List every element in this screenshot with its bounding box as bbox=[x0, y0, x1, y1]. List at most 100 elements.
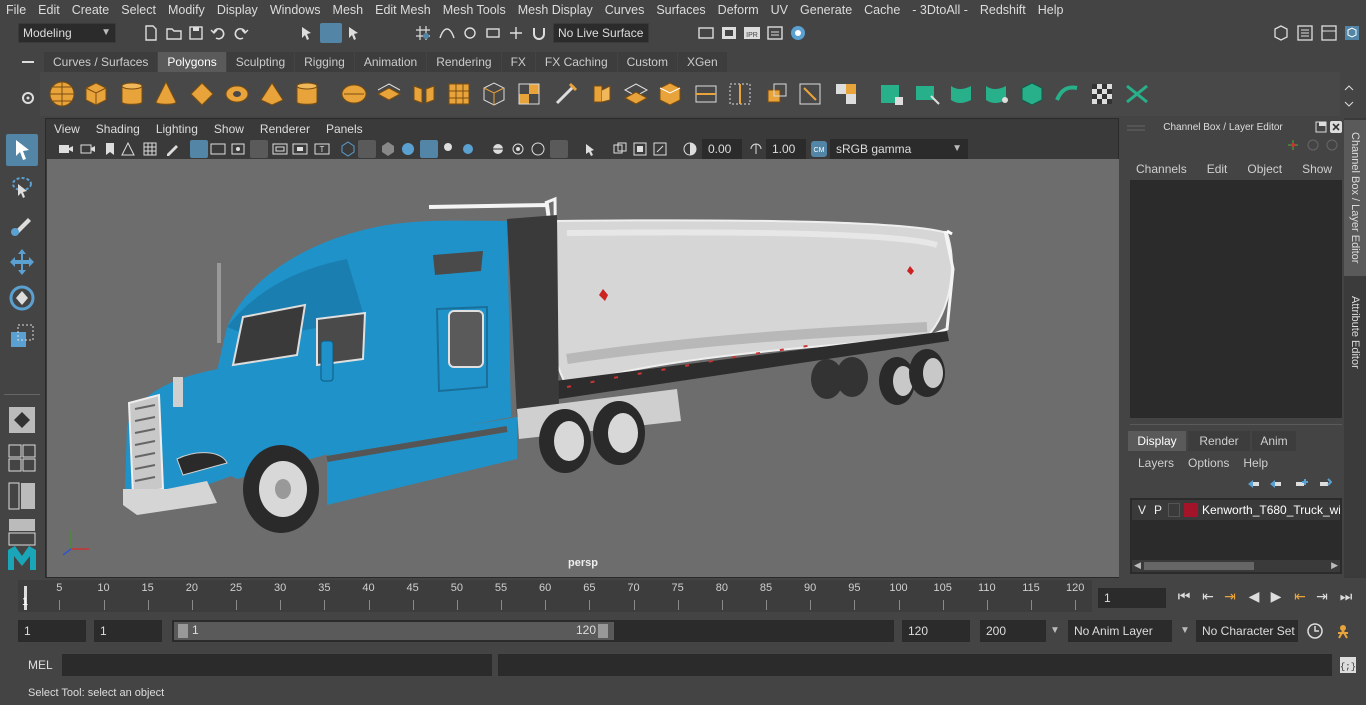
poly-pipe-icon[interactable] bbox=[293, 80, 321, 108]
menu-mesh[interactable]: Mesh bbox=[327, 3, 370, 17]
xray-joints-icon[interactable] bbox=[612, 141, 628, 157]
cut-uv-icon[interactable] bbox=[1123, 80, 1151, 108]
pencil-icon[interactable] bbox=[164, 141, 180, 157]
hyper-icon[interactable] bbox=[1325, 138, 1339, 152]
poly-pyramid-icon[interactable] bbox=[258, 80, 286, 108]
bevel-icon[interactable] bbox=[622, 80, 650, 108]
layer-menu-options[interactable]: Options bbox=[1188, 456, 1229, 470]
poke-icon[interactable] bbox=[762, 80, 790, 108]
motion-blur-icon[interactable] bbox=[490, 141, 506, 157]
vp-menu-lighting[interactable]: Lighting bbox=[148, 122, 206, 136]
menu-file[interactable]: File bbox=[0, 3, 32, 17]
append-polygon-icon[interactable] bbox=[726, 80, 754, 108]
open-scene-icon[interactable] bbox=[165, 24, 183, 42]
unfold-icon[interactable] bbox=[1053, 80, 1081, 108]
side-tab-attribute-editor[interactable]: Attribute Editor bbox=[1344, 284, 1366, 380]
side-tab-channel-box[interactable]: Channel Box / Layer Editor bbox=[1344, 120, 1366, 276]
fill-hole-icon[interactable] bbox=[656, 80, 684, 108]
depth-of-field-icon[interactable] bbox=[530, 141, 546, 157]
layer-menu-help[interactable]: Help bbox=[1243, 456, 1268, 470]
chevron-down-icon[interactable]: ▼ bbox=[1180, 625, 1190, 636]
frame-all-icon[interactable] bbox=[632, 141, 648, 157]
tab-rendering[interactable]: Rendering bbox=[427, 52, 501, 72]
menu-3dtoall[interactable]: - 3DtoAll - bbox=[906, 3, 974, 17]
end-time-field[interactable]: 200 bbox=[980, 620, 1046, 642]
channel-list[interactable] bbox=[1130, 180, 1342, 418]
safe-title-icon[interactable]: T bbox=[314, 141, 330, 157]
select-by-object-icon[interactable] bbox=[320, 23, 342, 43]
wireframe-on-shaded-icon[interactable] bbox=[380, 141, 396, 157]
select-camera-icon[interactable] bbox=[58, 141, 74, 157]
shadows-icon[interactable] bbox=[440, 141, 456, 157]
menu-create[interactable]: Create bbox=[66, 3, 116, 17]
layer-tab-render[interactable]: Render bbox=[1188, 431, 1250, 451]
menu-modify[interactable]: Modify bbox=[162, 3, 211, 17]
vp-menu-shading[interactable]: Shading bbox=[88, 122, 148, 136]
layer-row[interactable]: V P Kenworth_T680_Truck_with bbox=[1132, 500, 1340, 520]
poly-cone-icon[interactable] bbox=[152, 80, 180, 108]
layer-menu-layers[interactable]: Layers bbox=[1138, 456, 1174, 470]
new-layer-selected-icon[interactable] bbox=[1318, 477, 1332, 491]
wedge-icon[interactable] bbox=[692, 80, 720, 108]
menu-windows[interactable]: Windows bbox=[264, 3, 327, 17]
combine-icon[interactable] bbox=[340, 80, 368, 108]
start-time-field[interactable]: 1 bbox=[18, 620, 86, 642]
shelf-menu-icon[interactable] bbox=[20, 56, 36, 68]
animation-preferences-icon[interactable] bbox=[1334, 622, 1352, 640]
new-layer-icon[interactable] bbox=[1294, 477, 1308, 491]
tab-fx[interactable]: FX bbox=[501, 52, 535, 72]
scale-tool-icon[interactable] bbox=[6, 320, 38, 352]
shelf-scroll-icon[interactable] bbox=[1342, 82, 1356, 110]
menu-generate[interactable]: Generate bbox=[794, 3, 858, 17]
exposure-icon[interactable] bbox=[682, 141, 698, 157]
safe-action-icon[interactable] bbox=[292, 141, 308, 157]
poly-cylinder-icon[interactable] bbox=[118, 80, 146, 108]
poly-plane-icon[interactable] bbox=[188, 80, 216, 108]
toggle-attribute-editor-icon[interactable] bbox=[1296, 24, 1314, 42]
menu-redshift[interactable]: Redshift bbox=[974, 3, 1032, 17]
step-back-frame-icon[interactable]: ⇤ bbox=[1200, 588, 1216, 604]
resolution-gate-icon[interactable] bbox=[230, 141, 246, 157]
separate-icon[interactable] bbox=[375, 80, 403, 108]
exposure-field[interactable]: 0.00 bbox=[702, 139, 742, 159]
menu-edit-mesh[interactable]: Edit Mesh bbox=[369, 3, 437, 17]
gamma-icon[interactable] bbox=[748, 141, 764, 157]
step-forward-frame-icon[interactable]: ⇥ bbox=[1314, 588, 1330, 604]
select-by-component-icon[interactable] bbox=[345, 24, 363, 42]
toggle-channel-box-icon[interactable] bbox=[1343, 24, 1361, 42]
vp-menu-panels[interactable]: Panels bbox=[318, 122, 371, 136]
ambient-occlusion-icon[interactable] bbox=[460, 141, 476, 157]
tab-polygons[interactable]: Polygons bbox=[158, 52, 226, 72]
range-end-handle[interactable] bbox=[598, 624, 608, 638]
layer-visibility-toggle[interactable]: V bbox=[1138, 503, 1146, 517]
move-tool-icon[interactable] bbox=[6, 246, 38, 278]
cb-menu-channels[interactable]: Channels bbox=[1136, 162, 1187, 176]
range-slider[interactable]: 1 120 bbox=[172, 620, 894, 642]
anti-aliasing-icon[interactable] bbox=[510, 141, 526, 157]
menu-mesh-display[interactable]: Mesh Display bbox=[512, 3, 599, 17]
cb-menu-edit[interactable]: Edit bbox=[1207, 162, 1228, 176]
menu-mesh-tools[interactable]: Mesh Tools bbox=[437, 3, 512, 17]
scrollbar-thumb[interactable] bbox=[1144, 562, 1254, 570]
image-plane-icon[interactable] bbox=[120, 141, 136, 157]
manipulator-icon[interactable] bbox=[1286, 138, 1300, 152]
viewport-3d[interactable]: persp bbox=[47, 159, 1119, 577]
redo-icon[interactable] bbox=[232, 24, 250, 42]
snap-curve-icon[interactable] bbox=[438, 24, 456, 42]
lasso-tool-icon[interactable] bbox=[6, 172, 38, 204]
paint-select-tool-icon[interactable] bbox=[6, 208, 38, 240]
bookmark-icon[interactable] bbox=[102, 141, 118, 157]
close-panel-icon[interactable] bbox=[1330, 121, 1342, 133]
render-current-icon[interactable] bbox=[720, 24, 738, 42]
character-set-dropdown[interactable]: No Character Set bbox=[1196, 620, 1298, 642]
go-to-start-icon[interactable]: ⏮ bbox=[1176, 588, 1192, 604]
mirror-icon[interactable] bbox=[410, 80, 438, 108]
auto-key-icon[interactable] bbox=[1306, 622, 1324, 640]
magnet-icon[interactable] bbox=[530, 24, 548, 42]
frame-selected-icon[interactable] bbox=[652, 141, 668, 157]
select-tool[interactable] bbox=[6, 134, 38, 166]
bridge-icon[interactable] bbox=[515, 80, 543, 108]
tab-rigging[interactable]: Rigging bbox=[295, 52, 354, 72]
shelf-settings-gear-icon[interactable] bbox=[20, 90, 36, 106]
menu-help[interactable]: Help bbox=[1032, 3, 1070, 17]
